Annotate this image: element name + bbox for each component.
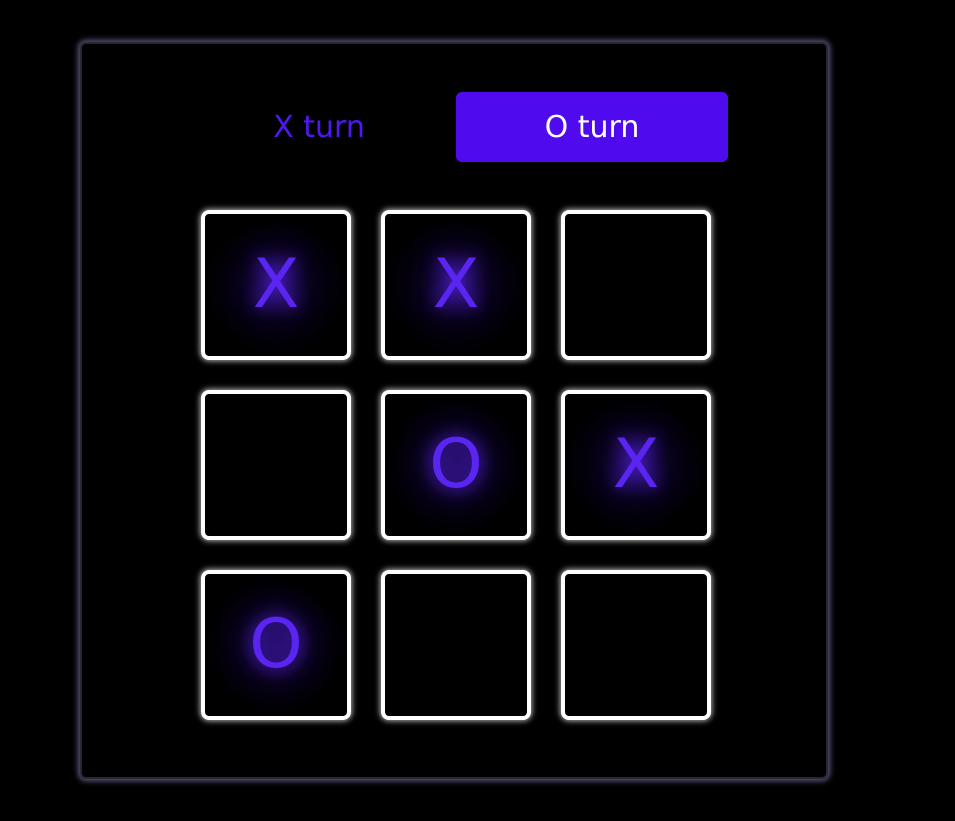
board-cell[interactable]: O [201, 570, 351, 720]
board-cell[interactable] [561, 570, 711, 720]
o-turn-tab[interactable]: O turn [456, 92, 728, 162]
board-cell[interactable]: X [561, 390, 711, 540]
board-cell[interactable] [201, 390, 351, 540]
board-cell[interactable] [381, 570, 531, 720]
cell-mark: X [612, 425, 660, 504]
game-panel: X turn O turn X X O X O [80, 42, 828, 779]
board-cell[interactable]: X [381, 210, 531, 360]
cell-mark: O [249, 605, 303, 684]
game-board: X X O X O [201, 210, 713, 722]
x-turn-tab[interactable]: X turn [183, 92, 455, 162]
board-cell[interactable]: X [201, 210, 351, 360]
board-cell[interactable]: O [381, 390, 531, 540]
cell-mark: X [432, 245, 480, 324]
cell-mark: X [252, 245, 300, 324]
board-cell[interactable] [561, 210, 711, 360]
cell-mark: O [429, 425, 483, 504]
